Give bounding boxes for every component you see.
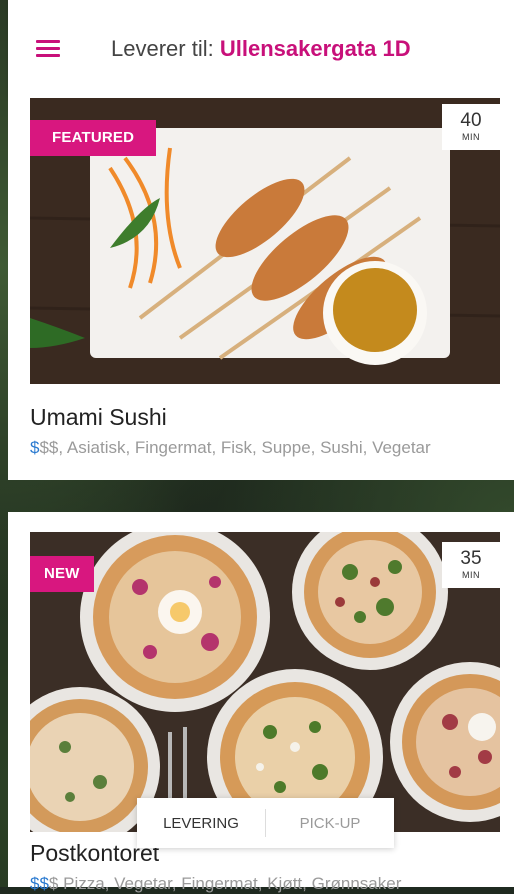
restaurant-tags: $$$ Pizza, Vegetar, Fingermat, Kjøtt, Gr… (30, 874, 401, 894)
time-unit: MIN (462, 132, 480, 142)
pickup-option[interactable]: PICK-UP (266, 815, 394, 832)
featured-badge: FEATURED (30, 120, 157, 156)
time-value: 40 (460, 110, 482, 131)
price-level-rest: $ (48, 874, 59, 893)
address-text: Ullensakergata 1D (219, 36, 411, 61)
restaurant-card[interactable]: FEATURED 40 MIN Umami Sushi $$$, Asiatis… (8, 98, 514, 480)
restaurant-photo: NEW 35 MIN (30, 532, 500, 832)
delivery-time: 40 MIN (442, 104, 500, 150)
restaurant-photo: FEATURED 40 MIN (30, 98, 500, 384)
restaurant-name[interactable]: Umami Sushi (30, 404, 167, 431)
menu-icon[interactable] (34, 38, 70, 62)
app-header: Leverer til: Ullensakergata 1D (8, 0, 514, 98)
restaurant-tags: $$$, Asiatisk, Fingermat, Fisk, Suppe, S… (30, 438, 431, 458)
deliver-label: Leverer til: (111, 36, 214, 61)
delivery-address[interactable]: Leverer til: Ullensakergata 1D (111, 36, 411, 62)
cuisine-tags: , Asiatisk, Fingermat, Fisk, Suppe, Sush… (58, 438, 431, 457)
cuisine-tags: Pizza, Vegetar, Fingermat, Kjøtt, Grønns… (58, 874, 402, 893)
food-image (30, 532, 500, 832)
time-value: 35 (460, 548, 482, 569)
price-level-rest: $$ (39, 438, 59, 457)
delivery-time: 35 MIN (442, 542, 500, 588)
time-unit: MIN (462, 570, 480, 580)
price-level-active: $$ (30, 874, 49, 893)
delivery-mode-toggle: LEVERING PICK-UP (137, 798, 394, 848)
levering-option[interactable]: LEVERING (137, 815, 265, 832)
new-badge: NEW (30, 556, 94, 592)
